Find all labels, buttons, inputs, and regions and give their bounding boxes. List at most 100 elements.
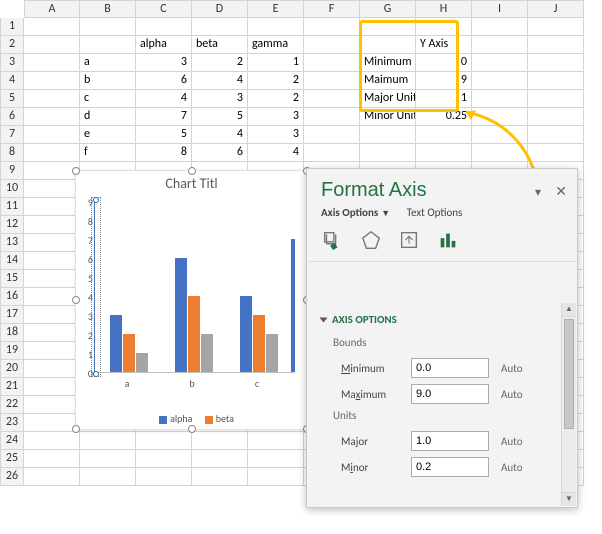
cell[interactable] [80,468,136,486]
col-D[interactable]: D [192,0,248,18]
col-J[interactable]: J [528,0,584,18]
cell[interactable]: 0 [416,54,472,72]
cell[interactable] [192,468,248,486]
minor-input[interactable] [411,457,489,477]
cell[interactable] [360,144,416,162]
cell[interactable] [24,36,80,54]
row-header[interactable]: 8 [0,144,24,162]
cell[interactable]: 2 [192,54,248,72]
cell[interactable] [80,18,136,36]
tab-axis-options[interactable]: Axis Options▼ [321,206,390,219]
cell[interactable] [192,432,248,450]
cell[interactable] [416,144,472,162]
pane-scrollbar[interactable]: ▲ ▼ [561,303,576,506]
size-properties-icon[interactable] [398,229,420,251]
col-E[interactable]: E [248,0,304,18]
col-H[interactable]: H [416,0,472,18]
cell[interactable] [472,90,528,108]
row-header[interactable]: 21 [0,378,24,396]
cell[interactable] [24,126,80,144]
cell[interactable] [24,180,80,198]
fill-line-icon[interactable] [321,229,343,251]
selection-handle[interactable] [93,197,99,203]
cell[interactable] [24,144,80,162]
cell[interactable] [192,18,248,36]
major-input[interactable] [411,431,489,451]
row-header[interactable]: 19 [0,342,24,360]
col-C[interactable]: C [136,0,192,18]
row-header[interactable]: 22 [0,396,24,414]
row-header[interactable]: 17 [0,306,24,324]
section-axis-options[interactable]: Axis Options [317,311,569,334]
cell[interactable] [528,72,584,90]
resize-handle[interactable] [72,425,80,433]
cell[interactable] [304,90,360,108]
cell[interactable] [24,270,80,288]
cell[interactable] [248,450,304,468]
row-header[interactable]: 16 [0,288,24,306]
cell[interactable] [136,18,192,36]
cell[interactable] [24,108,80,126]
bar-beta[interactable] [123,334,135,372]
bar-alpha[interactable] [240,296,252,372]
cell[interactable] [80,432,136,450]
cell[interactable] [304,126,360,144]
row-header[interactable]: 12 [0,216,24,234]
cell[interactable]: a [80,54,136,72]
row-header[interactable]: 6 [0,108,24,126]
maximum-input[interactable] [411,384,489,404]
col-I[interactable]: I [472,0,528,18]
resize-handle[interactable] [72,296,80,304]
scroll-down-icon[interactable]: ▼ [562,492,576,506]
cell[interactable]: 4 [136,90,192,108]
cell[interactable]: Y Axis [416,36,472,54]
row-header[interactable]: 20 [0,360,24,378]
row-header[interactable]: 10 [0,180,24,198]
cell[interactable]: 7 [136,108,192,126]
cell[interactable] [360,18,416,36]
cell[interactable] [528,18,584,36]
bar-gamma[interactable] [266,334,278,372]
row-header[interactable]: 24 [0,432,24,450]
cell[interactable]: Minimum [360,54,416,72]
cell[interactable]: f [80,144,136,162]
cell[interactable]: 1 [248,54,304,72]
cell[interactable]: gamma [248,36,304,54]
col-F[interactable]: F [304,0,360,18]
chart-object[interactable]: Chart Titl 9 8 7 6 5 4 3 2 1 0 a b c [75,170,308,430]
cell[interactable] [304,36,360,54]
bar-alpha[interactable] [291,239,295,372]
cell[interactable]: Major Unit [360,90,416,108]
auto-button[interactable]: Auto [501,435,523,448]
bar-gamma[interactable] [201,334,213,372]
bar-alpha[interactable] [110,315,122,372]
cell[interactable] [248,18,304,36]
row-header[interactable]: 26 [0,468,24,486]
cell[interactable]: Minor Unit [360,108,416,126]
bar-beta[interactable] [188,296,200,372]
row-header[interactable]: 3 [0,54,24,72]
cell[interactable]: 3 [248,126,304,144]
cell[interactable] [136,450,192,468]
cell[interactable]: 1 [416,90,472,108]
cell[interactable]: 2 [248,72,304,90]
cell[interactable] [304,108,360,126]
cell[interactable] [528,54,584,72]
cell[interactable] [472,18,528,36]
cell[interactable]: beta [192,36,248,54]
cell[interactable] [24,54,80,72]
cell[interactable] [528,90,584,108]
row-header[interactable]: 4 [0,72,24,90]
col-G[interactable]: G [360,0,416,18]
cell[interactable]: c [80,90,136,108]
minimum-input[interactable] [411,358,489,378]
close-icon[interactable]: ✕ [555,183,567,200]
cell[interactable] [24,378,80,396]
cell[interactable] [136,432,192,450]
row-header[interactable]: 1 [0,18,24,36]
cell[interactable]: 4 [192,72,248,90]
row-header[interactable]: 23 [0,414,24,432]
row-header[interactable]: 7 [0,126,24,144]
row-header[interactable]: 14 [0,252,24,270]
cell[interactable] [472,144,528,162]
